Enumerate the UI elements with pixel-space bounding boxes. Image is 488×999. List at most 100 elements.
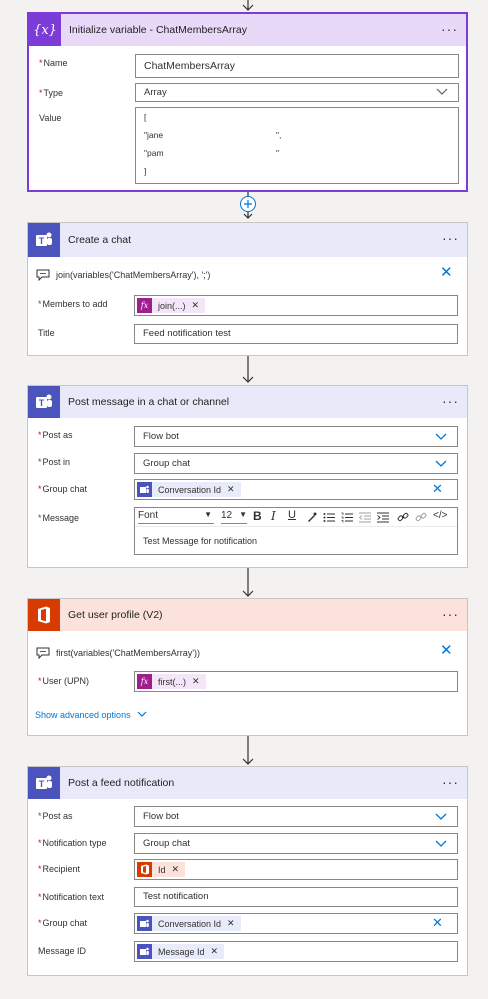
chevron-down-icon bbox=[137, 711, 147, 717]
remove-token-icon[interactable]: ✕ bbox=[172, 864, 180, 875]
office-icon bbox=[137, 862, 152, 877]
expression-token[interactable]: fx join(...) ✕ bbox=[137, 298, 206, 313]
create-chat-card: T Create a chat ··· join(variables('Chat… bbox=[27, 222, 468, 356]
value-line: [ bbox=[144, 112, 147, 122]
function-icon: fx bbox=[137, 674, 152, 689]
more-options-button[interactable]: ··· bbox=[442, 386, 459, 416]
bold-icon[interactable]: B bbox=[253, 509, 262, 523]
card-header[interactable]: Get user profile (V2) ··· bbox=[28, 599, 467, 631]
token-label: Conversation Id bbox=[158, 918, 222, 929]
dynamic-content-token[interactable]: Conversation Id ✕ bbox=[137, 482, 241, 497]
title-label: Title bbox=[38, 328, 55, 338]
expression-text: join(variables('ChatMembersArray'), ';') bbox=[56, 270, 211, 280]
bulleted-list-icon[interactable] bbox=[323, 512, 335, 523]
message-id-label: Message ID bbox=[38, 946, 87, 956]
expression-token[interactable]: fx first(...) ✕ bbox=[137, 674, 206, 689]
card-header[interactable]: {x} Initialize variable - ChatMembersArr… bbox=[29, 14, 466, 46]
code-view-icon[interactable]: </> bbox=[433, 510, 447, 521]
recipient-field[interactable]: Id ✕ bbox=[134, 859, 458, 880]
clear-field-icon[interactable]: ✕ bbox=[432, 915, 443, 931]
font-select[interactable]: Font ▼ bbox=[138, 510, 214, 524]
name-label: *Name bbox=[39, 58, 68, 68]
chevron-down-icon bbox=[435, 433, 447, 440]
more-options-button[interactable]: ··· bbox=[441, 14, 458, 44]
numbered-list-icon[interactable] bbox=[341, 512, 353, 523]
more-options-button[interactable]: ··· bbox=[442, 223, 459, 253]
card-title: Post message in a chat or channel bbox=[68, 396, 230, 408]
post-as-dropdown[interactable]: Flow bot bbox=[134, 806, 458, 827]
message-editor[interactable]: Font ▼ 12 ▼ B I U </> Test Message for n… bbox=[134, 507, 458, 555]
connector-arrow bbox=[242, 568, 254, 597]
teams-icon: T bbox=[28, 223, 60, 257]
decrease-indent-icon[interactable] bbox=[359, 512, 371, 523]
increase-indent-icon[interactable] bbox=[377, 512, 389, 523]
members-field[interactable]: fx join(...) ✕ bbox=[134, 295, 458, 316]
teams-icon: T bbox=[28, 767, 60, 799]
link-icon[interactable] bbox=[397, 511, 409, 523]
unlink-icon[interactable] bbox=[415, 511, 427, 523]
close-icon[interactable]: ✕ bbox=[440, 641, 453, 659]
chevron-down-icon bbox=[435, 840, 447, 847]
more-options-button[interactable]: ··· bbox=[442, 767, 459, 797]
close-icon[interactable]: ✕ bbox=[440, 263, 453, 281]
italic-icon[interactable]: I bbox=[271, 509, 276, 523]
group-chat-field[interactable]: Conversation Id ✕ ✕ bbox=[134, 479, 458, 500]
title-field[interactable]: Feed notification test bbox=[134, 324, 458, 344]
post-in-dropdown[interactable]: Group chat bbox=[134, 453, 458, 474]
expression-row: join(variables('ChatMembersArray'), ';') bbox=[36, 269, 210, 281]
show-advanced-options-link[interactable]: Show advanced options bbox=[35, 710, 147, 720]
value-line: ", bbox=[276, 130, 282, 140]
font-label: Font bbox=[138, 510, 159, 521]
message-label: *Message bbox=[38, 513, 80, 523]
card-title: Get user profile (V2) bbox=[68, 609, 163, 621]
svg-text:T: T bbox=[39, 236, 45, 246]
notification-type-dropdown[interactable]: Group chat bbox=[134, 833, 458, 854]
dynamic-content-token[interactable]: Id ✕ bbox=[137, 862, 186, 877]
token-label: join(...) bbox=[158, 300, 186, 311]
token-label: Conversation Id bbox=[158, 484, 222, 495]
recipient-label: *Recipient bbox=[38, 864, 81, 874]
function-icon: fx bbox=[137, 298, 152, 313]
remove-token-icon[interactable]: ✕ bbox=[227, 484, 235, 495]
name-field[interactable]: ChatMembersArray bbox=[135, 54, 459, 78]
remove-token-icon[interactable]: ✕ bbox=[227, 918, 235, 929]
connector-arrow bbox=[242, 356, 254, 383]
notification-text-field[interactable]: Test notification bbox=[134, 887, 458, 907]
group-chat-label: *Group chat bbox=[38, 484, 88, 494]
user-upn-label: *User (UPN) bbox=[38, 676, 90, 686]
type-dropdown[interactable]: Array bbox=[135, 83, 459, 102]
variable-icon: {x} bbox=[29, 14, 61, 46]
more-options-button[interactable]: ··· bbox=[442, 599, 459, 629]
message-id-field[interactable]: Message Id ✕ bbox=[134, 941, 458, 962]
remove-token-icon[interactable]: ✕ bbox=[192, 676, 200, 687]
card-header[interactable]: T Post message in a chat or channel ··· bbox=[28, 386, 467, 418]
group-chat-label: *Group chat bbox=[38, 918, 88, 928]
remove-token-icon[interactable]: ✕ bbox=[192, 300, 200, 311]
connector-arrow bbox=[242, 0, 254, 11]
dynamic-content-token[interactable]: Conversation Id ✕ bbox=[137, 916, 241, 931]
message-text: Test Message for notification bbox=[143, 536, 258, 546]
add-step-button[interactable] bbox=[239, 195, 257, 213]
value-textarea[interactable]: [ "jane ", "pam " ] bbox=[135, 107, 459, 184]
clear-field-icon[interactable]: ✕ bbox=[432, 481, 443, 497]
initialize-variable-card: {x} Initialize variable - ChatMembersArr… bbox=[27, 12, 468, 192]
dynamic-content-token[interactable]: Message Id ✕ bbox=[137, 944, 225, 959]
value-line: ] bbox=[144, 166, 147, 176]
comment-icon bbox=[36, 269, 50, 281]
user-upn-field[interactable]: fx first(...) ✕ bbox=[134, 671, 458, 692]
card-header[interactable]: T Create a chat ··· bbox=[28, 223, 467, 257]
post-message-card: T Post message in a chat or channel ··· … bbox=[27, 385, 468, 568]
group-chat-field[interactable]: Conversation Id ✕ ✕ bbox=[134, 913, 458, 934]
card-title: Initialize variable - ChatMembersArray bbox=[69, 24, 247, 36]
card-header[interactable]: T Post a feed notification ··· bbox=[28, 767, 467, 799]
svg-text:T: T bbox=[39, 779, 45, 789]
font-size-label: 12 bbox=[221, 510, 233, 521]
color-picker-icon[interactable] bbox=[306, 512, 317, 523]
post-feed-notification-card: T Post a feed notification ··· *Post as … bbox=[27, 766, 468, 976]
remove-token-icon[interactable]: ✕ bbox=[211, 946, 219, 957]
underline-icon[interactable]: U bbox=[288, 509, 296, 521]
teams-icon: T bbox=[28, 386, 60, 418]
teams-icon bbox=[137, 482, 152, 497]
font-size-select[interactable]: 12 ▼ bbox=[221, 510, 247, 524]
post-as-dropdown[interactable]: Flow bot bbox=[134, 426, 458, 447]
